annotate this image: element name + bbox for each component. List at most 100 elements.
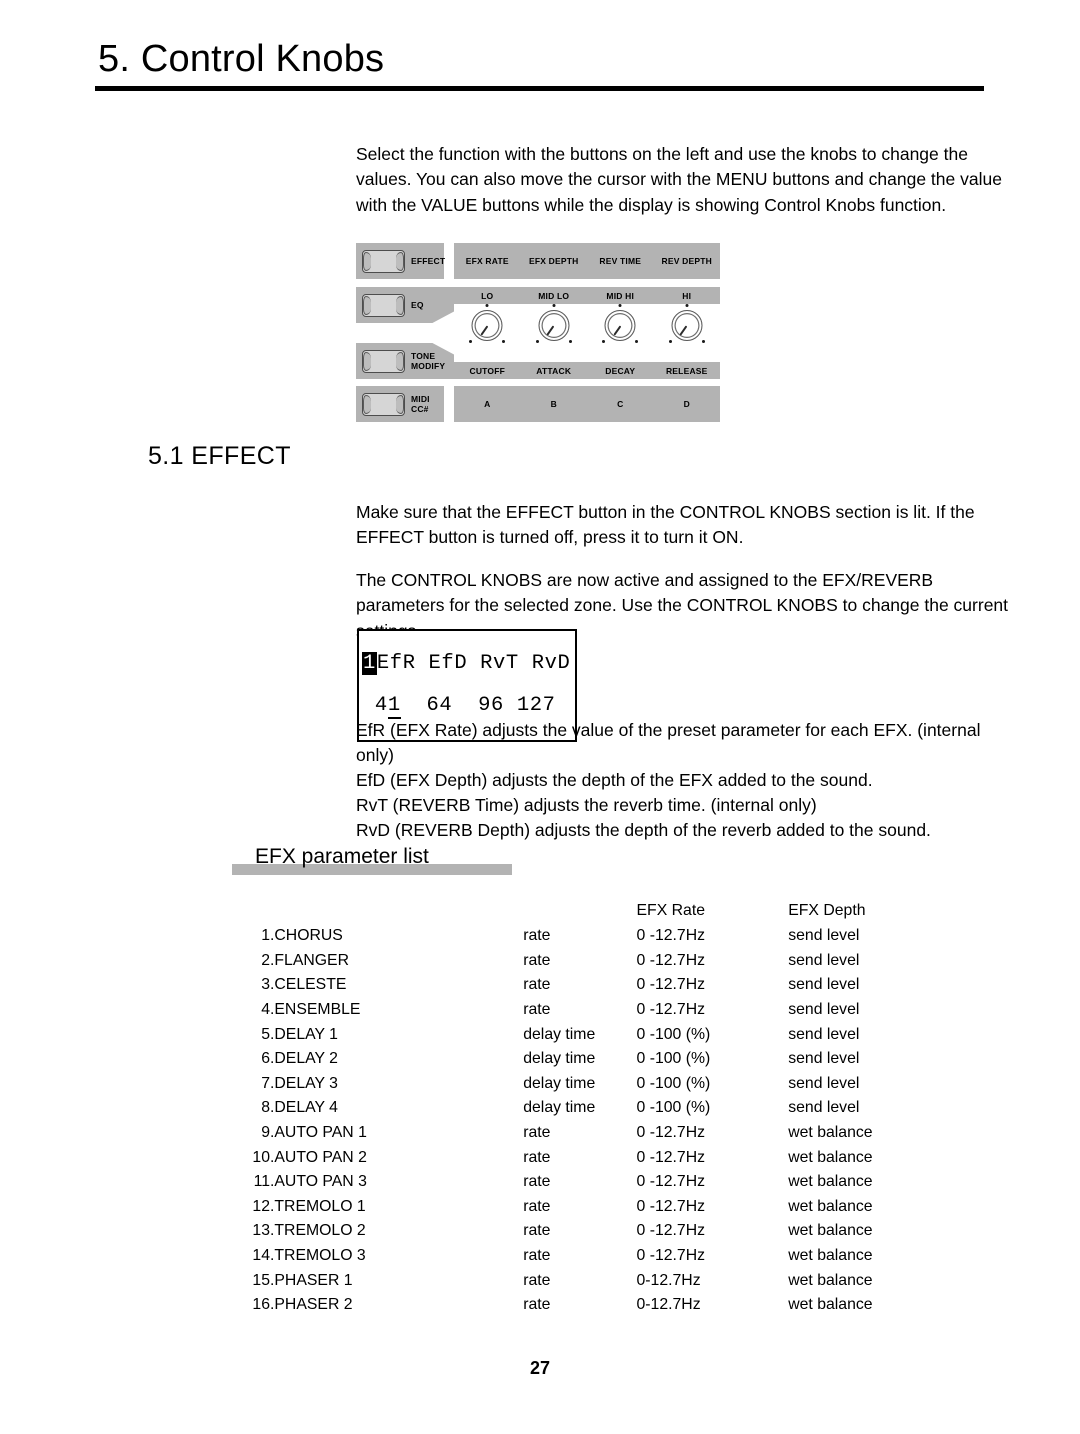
- knob-label-a: A: [484, 399, 491, 409]
- row-name: DELAY 2: [274, 1050, 338, 1068]
- row-range: 0 -12.7Hz: [636, 951, 706, 969]
- row-name: TREMOLO 1: [274, 1197, 366, 1215]
- knob-1-body[interactable]: [471, 310, 503, 341]
- row-num: 6.: [261, 1050, 275, 1068]
- knob-2[interactable]: [521, 304, 588, 346]
- row-name: FLANGER: [274, 951, 350, 969]
- row-param: rate: [523, 976, 551, 994]
- row-param: rate: [523, 1124, 551, 1142]
- effect-button-cell[interactable]: EFFECT: [356, 243, 445, 279]
- row-num: 8.: [261, 1099, 275, 1117]
- description-efd: EfD (EFX Depth) adjusts the depth of the…: [356, 769, 873, 790]
- row-num: 5.: [261, 1025, 275, 1043]
- row-range: 0 -100 (%): [636, 1074, 711, 1092]
- midi-cc-button-glyph[interactable]: [362, 392, 405, 416]
- row-name: AUTO PAN 1: [274, 1124, 367, 1142]
- row-param: rate: [523, 951, 551, 969]
- table-row: 8. DELAY 4 delay time 0 -100 (%) send le…: [240, 1096, 940, 1121]
- midi-cc-label-line2: CC#: [411, 404, 429, 414]
- eq-button-glyph[interactable]: [362, 293, 405, 317]
- efx-parameter-table: EFX Rate EFX Depth 1. CHORUS rate 0 -12.…: [240, 898, 940, 1318]
- knob-1[interactable]: [454, 304, 521, 346]
- knob-label-efx-rate: EFX RATE: [465, 256, 509, 266]
- description-rvt: RvT (REVERB Time) adjusts the reverb tim…: [356, 794, 817, 815]
- tone-modify-label-line2: MODIFY: [411, 361, 446, 371]
- knob-3-pointer: [613, 324, 622, 336]
- row-depth: wet balance: [788, 1197, 873, 1215]
- tone-modify-button-glyph[interactable]: [362, 349, 405, 373]
- row-range: 0 -12.7Hz: [636, 1197, 706, 1215]
- header-num: [240, 898, 274, 924]
- intro-paragraph: Select the function with the buttons on …: [356, 143, 1002, 215]
- knob-label-mid-hi: MID HI: [606, 290, 635, 301]
- knob-3-body[interactable]: [604, 310, 636, 341]
- table-row: 3. CELESTE rate 0 -12.7Hz send level: [240, 973, 940, 998]
- row-depth: wet balance: [788, 1124, 873, 1142]
- eq-knob-labels: LO MID LO MID HI HI: [454, 287, 720, 304]
- table-row: 1. CHORUS rate 0 -12.7Hz send level: [240, 924, 940, 949]
- knob-label-cutoff: CUTOFF: [469, 365, 505, 376]
- header-efx-rate: EFX Rate: [636, 902, 705, 919]
- row-depth: send level: [788, 1001, 860, 1019]
- lcd-param-labels: EfR EfD RvT RvD: [376, 652, 571, 675]
- tone-modify-button-cell[interactable]: TONE MODIFY: [356, 343, 454, 379]
- row-depth: send level: [788, 951, 860, 969]
- row-range: 0-12.7Hz: [636, 1271, 701, 1289]
- knob-3[interactable]: [587, 304, 654, 346]
- knob-label-d: D: [683, 399, 690, 409]
- eq-button-cell[interactable]: EQ: [356, 287, 454, 323]
- row-num: 13.: [252, 1222, 275, 1240]
- row-range: 0 -100 (%): [636, 1025, 711, 1043]
- knob-label-rev-time: REV TIME: [599, 256, 642, 266]
- row-num: 11.: [253, 1173, 275, 1191]
- row-depth: wet balance: [788, 1247, 873, 1265]
- eq-button-label: EQ: [411, 300, 424, 310]
- lcd-line-2: 41 64 96 127: [362, 694, 570, 719]
- row-name: DELAY 3: [274, 1074, 338, 1092]
- knob-row: [454, 304, 720, 346]
- row-range: 0 -12.7Hz: [636, 927, 706, 945]
- row-name: PHASER 2: [274, 1296, 353, 1314]
- panel-row-effect: EFFECT EFX RATE EFX DEPTH REV TIME REV D…: [356, 243, 720, 279]
- knob-label-hi: HI: [682, 290, 692, 301]
- knob-label-c: C: [617, 399, 624, 409]
- row-range: 0 -12.7Hz: [636, 1173, 706, 1191]
- table-row: 15. PHASER 1 rate 0-12.7Hz wet balance: [240, 1268, 940, 1293]
- row-range: 0 -12.7Hz: [636, 976, 706, 994]
- row-range: 0-12.7Hz: [636, 1296, 701, 1314]
- panel-row-tone-modify: TONE MODIFY CUTOFF ATTACK DECAY RELEASE: [356, 343, 720, 379]
- knob-label-mid-lo: MID LO: [538, 290, 570, 301]
- row-param: rate: [523, 1222, 551, 1240]
- row-depth: wet balance: [788, 1148, 873, 1166]
- row-num: 1.: [261, 927, 275, 945]
- section-heading: 5.1 EFFECT: [148, 442, 291, 470]
- knob-label-rev-depth: REV DEPTH: [661, 256, 712, 266]
- row-name: TREMOLO 2: [274, 1222, 366, 1240]
- row-num: 4.: [261, 1001, 275, 1019]
- table-row: 6. DELAY 2 delay time 0 -100 (%) send le…: [240, 1047, 940, 1072]
- row-num: 9.: [261, 1124, 275, 1142]
- chapter-header: 5. Control Knobs: [95, 38, 985, 91]
- lcd-value-efr-prefix: 4: [374, 694, 388, 717]
- lcd-value-efd: 64: [426, 694, 453, 717]
- knob-2-body[interactable]: [538, 310, 570, 341]
- effect-button-glyph[interactable]: [362, 249, 405, 273]
- description-rvd: RvD (REVERB Depth) adjusts the depth of …: [356, 819, 931, 840]
- header-efx-depth: EFX Depth: [788, 902, 866, 919]
- knob-3-dot-top: [618, 304, 622, 307]
- midi-cc-button-cell[interactable]: MIDI CC#: [356, 386, 444, 422]
- row-num: 7.: [261, 1074, 275, 1092]
- table-row: 14. TREMOLO 3 rate 0 -12.7Hz wet balance: [240, 1244, 940, 1269]
- knob-4[interactable]: [654, 304, 721, 346]
- knob-4-body[interactable]: [671, 310, 703, 341]
- row-name: CHORUS: [274, 927, 343, 945]
- row-param: rate: [523, 1197, 551, 1215]
- efx-list-heading: EFX parameter list: [232, 845, 512, 875]
- row-param: rate: [523, 1271, 551, 1289]
- table-row: 13. TREMOLO 2 rate 0 -12.7Hz wet balance: [240, 1219, 940, 1244]
- row-param: rate: [523, 1296, 551, 1314]
- table-row: 7. DELAY 3 delay time 0 -100 (%) send le…: [240, 1072, 940, 1097]
- row-range: 0 -12.7Hz: [636, 1001, 706, 1019]
- row-depth: send level: [788, 1050, 860, 1068]
- header-name: [274, 898, 523, 924]
